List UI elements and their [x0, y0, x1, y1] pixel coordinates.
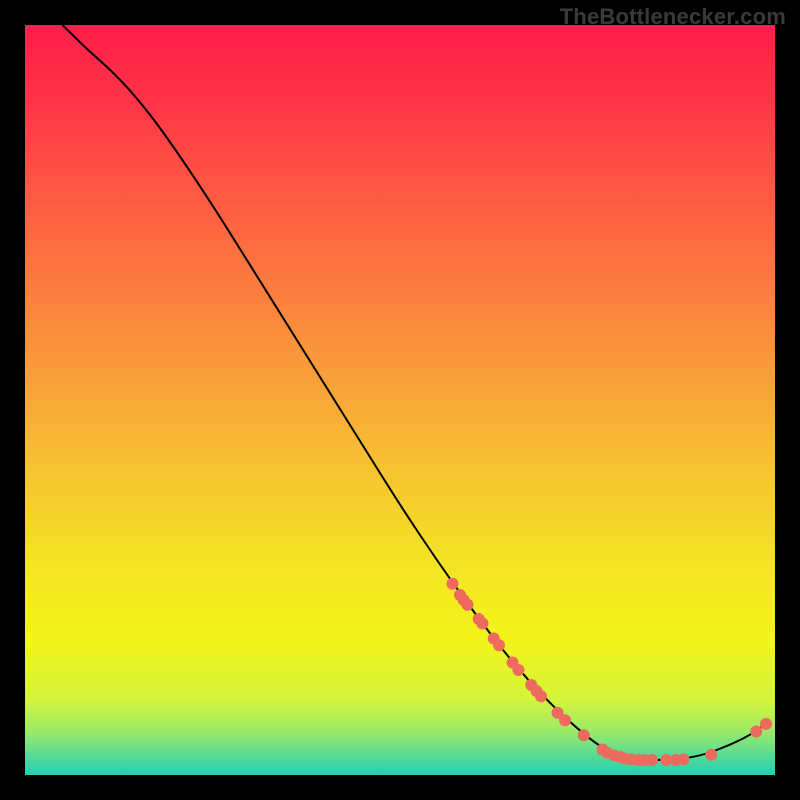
scatter-point	[513, 664, 525, 676]
scatter-point	[477, 618, 489, 630]
scatter-point	[559, 714, 571, 726]
scatter-point	[750, 726, 762, 738]
scatter-point	[705, 749, 717, 761]
watermark-label: TheBottlenecker.com	[560, 4, 786, 30]
scatter-point	[760, 718, 772, 730]
scatter-point	[493, 639, 505, 651]
scatter-point	[578, 729, 590, 741]
plot-area	[25, 25, 775, 775]
scatter-point	[447, 578, 459, 590]
scatter-point	[646, 754, 658, 766]
gradient-background	[25, 25, 775, 775]
scatter-point	[462, 599, 474, 611]
chart-stage: TheBottlenecker.com	[0, 0, 800, 800]
scatter-point	[535, 690, 547, 702]
chart-svg	[25, 25, 775, 775]
scatter-point	[678, 753, 690, 765]
